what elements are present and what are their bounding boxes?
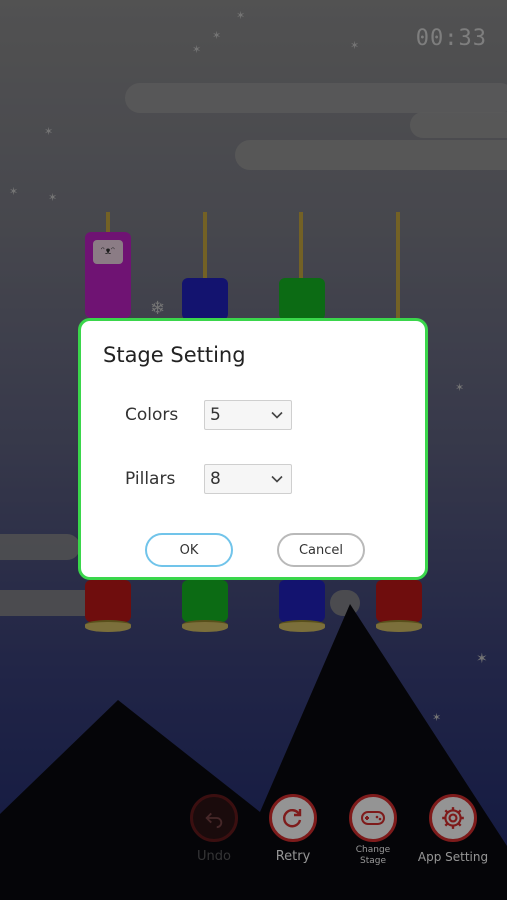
ok-button[interactable]: OK — [145, 533, 233, 567]
chevron-down-icon — [271, 475, 283, 483]
pillars-select[interactable]: 8 — [204, 464, 292, 494]
stage-setting-dialog: Stage Setting Colors 5 Pillars 8 OK Canc… — [78, 318, 428, 580]
colors-select[interactable]: 5 — [204, 400, 292, 430]
pillars-select-value: 8 — [210, 469, 221, 489]
dialog-title: Stage Setting — [103, 343, 246, 367]
pillars-label: Pillars — [125, 469, 176, 489]
chevron-down-icon — [271, 411, 283, 419]
colors-label: Colors — [125, 405, 179, 425]
colors-select-value: 5 — [210, 405, 221, 425]
cancel-button[interactable]: Cancel — [277, 533, 365, 567]
